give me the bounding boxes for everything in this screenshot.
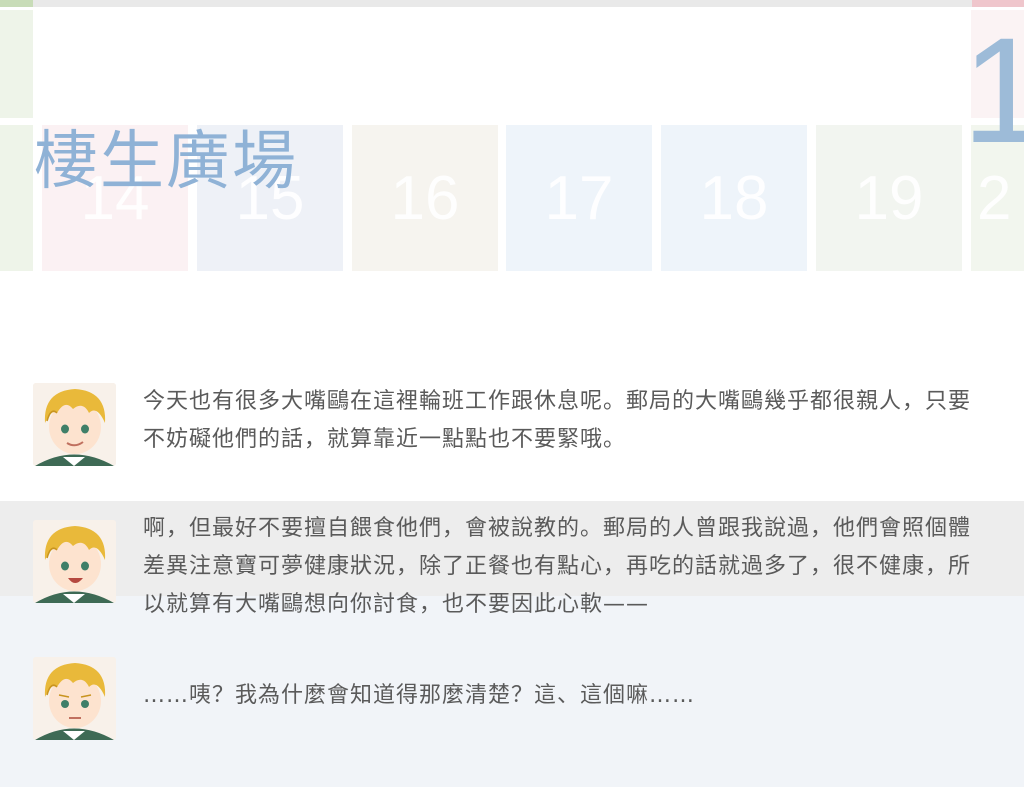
calendar-day: 17 <box>506 125 652 271</box>
dialogue-text: ……咦？我為什麼會知道得那麼清楚？這、這個嘛…… <box>143 683 696 708</box>
top-accent-left <box>0 0 33 7</box>
calendar-edge-left-top <box>0 10 33 118</box>
dialogue-text: 啊，但最好不要擅自餵食他們，會被說教的。郵局的人曾跟我說過，他們會照個體差異注意… <box>143 516 972 617</box>
month-number: 1 <box>962 10 1024 170</box>
calendar-edge-left <box>0 125 33 271</box>
character-avatar-icon <box>33 520 116 603</box>
calendar-day: 19 <box>816 125 962 271</box>
character-avatar-icon <box>33 657 116 740</box>
top-accent-strip <box>0 0 1024 7</box>
dialogue-text: 今天也有很多大嘴鷗在這裡輪班工作跟休息呢。郵局的大嘴鷗幾乎都很親人，只要不妨礙他… <box>143 389 972 452</box>
calendar-day: 18 <box>661 125 807 271</box>
calendar-day: 16 <box>352 125 498 271</box>
character-avatar-icon <box>33 383 116 466</box>
page-title: 棲生廣場 <box>34 125 298 199</box>
top-accent-right <box>972 0 1024 7</box>
